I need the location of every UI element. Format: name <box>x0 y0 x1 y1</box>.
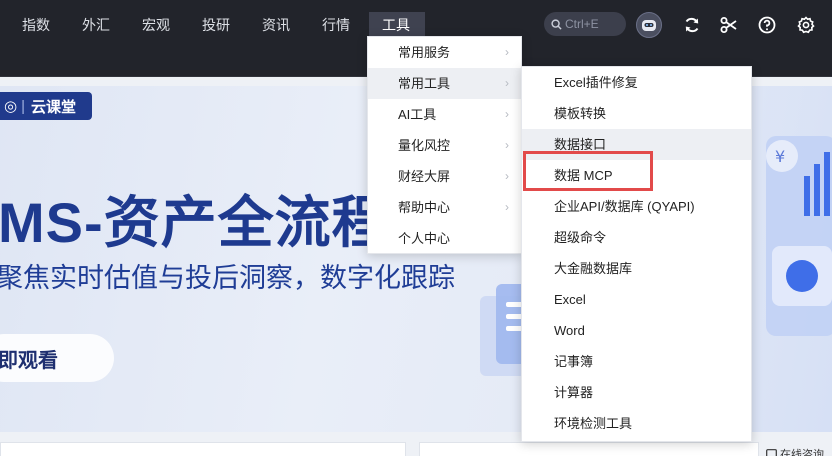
chevron-right-icon: › <box>505 45 509 59</box>
content-card <box>419 442 759 456</box>
chat-icon <box>766 449 777 456</box>
content-card <box>0 442 406 456</box>
menu-item-common-services[interactable]: 常用服务 › <box>368 37 521 68</box>
submenu-item-excel-plugin-repair[interactable]: Excel插件修复 <box>522 67 751 98</box>
menu-item-label: 量化风控 <box>398 138 451 153</box>
online-consult-link[interactable]: 在线咨询 <box>766 446 824 456</box>
common-tools-submenu: Excel插件修复 模板转换 数据接口 数据 MCP 企业API/数据库 (QY… <box>521 66 752 442</box>
nav-item-forex[interactable]: 外汇 <box>76 12 116 38</box>
submenu-item-template-convert[interactable]: 模板转换 <box>522 98 751 129</box>
menu-item-personal-center[interactable]: 个人中心 <box>368 223 521 254</box>
nav-item-research[interactable]: 投研 <box>196 12 236 38</box>
submenu-item-env-check[interactable]: 环境检测工具 <box>522 408 751 439</box>
logo-text: 云课堂 <box>31 98 77 116</box>
search-icon <box>551 18 562 30</box>
submenu-item-super-command[interactable]: 超级命令 <box>522 222 751 253</box>
chevron-right-icon: › <box>505 138 509 152</box>
chevron-right-icon: › <box>505 107 509 121</box>
chart-illustration-icon: ¥ <box>766 136 832 336</box>
scissors-icon[interactable] <box>716 12 742 38</box>
nav-item-tools[interactable]: 工具 <box>369 12 425 38</box>
submenu-item-qyapi[interactable]: 企业API/数据库 (QYAPI) <box>522 191 751 222</box>
menu-item-label: 财经大屏 <box>398 169 451 184</box>
robot-icon[interactable] <box>636 12 662 38</box>
nav-item-macro[interactable]: 宏观 <box>136 12 176 38</box>
nav-item-index[interactable]: 指数 <box>16 12 56 38</box>
help-icon[interactable] <box>754 12 780 38</box>
refresh-icon[interactable] <box>679 12 705 38</box>
course-logo: ◎ | 云课堂 <box>0 92 92 120</box>
menu-item-label: 常用服务 <box>398 45 451 60</box>
submenu-item-excel[interactable]: Excel <box>522 284 751 315</box>
chevron-right-icon: › <box>505 200 509 214</box>
menu-item-ai-tools[interactable]: AI工具 › <box>368 99 521 130</box>
chevron-right-icon: › <box>505 169 509 183</box>
menu-item-quant-risk[interactable]: 量化风控 › <box>368 130 521 161</box>
menu-item-label: 常用工具 <box>398 76 451 91</box>
svg-text:¥: ¥ <box>775 147 785 166</box>
submenu-item-finance-database[interactable]: 大金融数据库 <box>522 253 751 284</box>
watch-now-button[interactable]: 即观看 <box>0 334 114 382</box>
chevron-right-icon: › <box>505 76 509 90</box>
banner-subtitle: 聚焦实时估值与投后洞察，数字化跟踪 <box>0 263 455 293</box>
banner-title: MS-资产全流程 <box>0 191 389 254</box>
submenu-item-word[interactable]: Word <box>522 315 751 346</box>
nav-item-quotes[interactable]: 行情 <box>316 12 356 38</box>
search-placeholder: Ctrl+E <box>565 17 599 31</box>
tools-dropdown-menu: 常用服务 › 常用工具 › AI工具 › 量化风控 › 财经大屏 › 帮助中心 … <box>367 36 522 254</box>
menu-item-finance-screen[interactable]: 财经大屏 › <box>368 161 521 192</box>
menu-item-label: 个人中心 <box>398 231 451 246</box>
online-consult-label: 在线咨询 <box>780 449 824 456</box>
settings-icon[interactable] <box>793 12 819 38</box>
menu-item-label: 帮助中心 <box>398 200 451 215</box>
menu-item-help-center[interactable]: 帮助中心 › <box>368 192 521 223</box>
submenu-item-notebook[interactable]: 记事簿 <box>522 346 751 377</box>
search-input[interactable]: Ctrl+E <box>544 12 626 36</box>
highlight-box <box>523 151 653 191</box>
nav-item-news[interactable]: 资讯 <box>256 12 296 38</box>
menu-item-label: AI工具 <box>398 107 437 122</box>
menu-item-common-tools[interactable]: 常用工具 › <box>368 68 521 99</box>
submenu-item-calculator[interactable]: 计算器 <box>522 377 751 408</box>
